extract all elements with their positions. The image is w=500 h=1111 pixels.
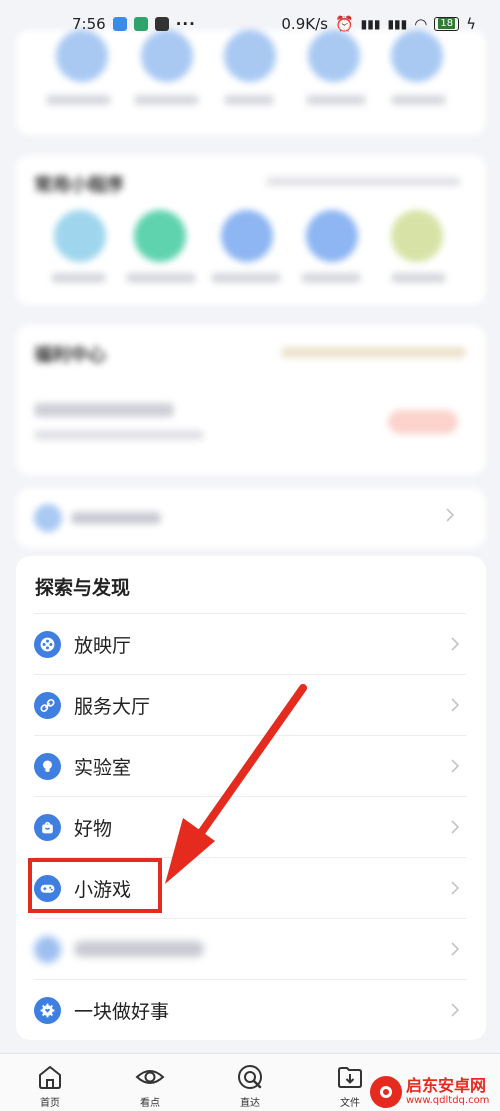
nav-watch[interactable]: 看点 bbox=[100, 1054, 200, 1111]
nav-label: 看点 bbox=[140, 1098, 160, 1109]
status-time: 7:56 bbox=[72, 15, 106, 33]
chevron-right-icon bbox=[451, 759, 460, 773]
watermark-url: www.qdltdq.com bbox=[406, 1094, 490, 1106]
nav-label: 直达 bbox=[240, 1098, 260, 1109]
chevron-right-icon bbox=[451, 1003, 460, 1017]
nav-label: 文件 bbox=[340, 1098, 360, 1109]
explore-card: 探索与发现 放映厅 服务大厅 实验室 好物 小游戏 一块做好事 bbox=[16, 556, 486, 1040]
home-icon bbox=[39, 1066, 61, 1089]
blurred-content: 常用小程序 福利中心 bbox=[0, 30, 500, 550]
shield-notification-icon bbox=[133, 17, 148, 31]
explore-item-label: 服务大厅 bbox=[74, 695, 151, 718]
watermark-logo-icon bbox=[370, 1075, 402, 1108]
explore-item-lab[interactable]: 实验室 bbox=[34, 735, 466, 796]
shopping-bag-icon bbox=[34, 813, 61, 841]
blurred-icon bbox=[34, 935, 61, 963]
wifi-icon: ◠ bbox=[414, 15, 428, 33]
folder-download-icon bbox=[338, 1067, 362, 1088]
chevron-right-icon bbox=[451, 637, 460, 651]
blurred-label bbox=[74, 941, 204, 957]
chevron-right-icon bbox=[451, 881, 460, 895]
welfare-title: 福利中心 bbox=[34, 345, 106, 366]
link-icon bbox=[34, 691, 61, 719]
battery-icon: 18 bbox=[434, 17, 460, 31]
watermark: 启东安卓网 www.qdltdq.com bbox=[370, 1072, 500, 1111]
explore-item-blurred[interactable] bbox=[34, 918, 466, 979]
nav-label: 首页 bbox=[40, 1098, 60, 1109]
film-reel-icon bbox=[34, 630, 61, 658]
explore-item-label: 好物 bbox=[74, 817, 113, 840]
signal-icon: ▮▮▮ bbox=[387, 17, 408, 31]
app-notification-icon bbox=[154, 17, 169, 31]
mini-programs-title: 常用小程序 bbox=[34, 175, 124, 196]
explore-item-label: 放映厅 bbox=[74, 634, 132, 657]
explore-item-cinema[interactable]: 放映厅 bbox=[34, 613, 466, 674]
explore-item-service-hall[interactable]: 服务大厅 bbox=[34, 674, 466, 735]
chevron-right-icon bbox=[451, 820, 460, 834]
gear-heart-icon bbox=[34, 996, 61, 1024]
nav-home[interactable]: 首页 bbox=[0, 1054, 100, 1111]
blurred-card bbox=[16, 488, 486, 548]
app-notification-icon bbox=[112, 17, 127, 31]
explore-title: 探索与发现 bbox=[35, 577, 131, 599]
chevron-right-icon bbox=[446, 508, 455, 522]
charging-icon: ϟ bbox=[466, 15, 476, 33]
watermark-name: 启东安卓网 bbox=[406, 1075, 487, 1095]
network-speed: 0.9K/s bbox=[281, 15, 328, 33]
alarm-icon: ⏰ bbox=[334, 15, 354, 33]
blurred-card: 福利中心 bbox=[16, 325, 486, 475]
chevron-right-icon bbox=[451, 698, 460, 712]
chevron-right-icon bbox=[451, 942, 460, 956]
explore-item-label: 实验室 bbox=[74, 756, 132, 779]
search-target-icon bbox=[238, 1065, 262, 1089]
signal-hd-icon: ▮▮▮ bbox=[360, 17, 381, 31]
bulb-icon bbox=[34, 752, 61, 780]
eye-icon bbox=[135, 1070, 165, 1084]
status-bar: 7:56 ··· 0.9K/s ⏰ ▮▮▮ ▮▮▮ ◠ 18 ϟ bbox=[0, 0, 500, 48]
annotation-highlight-box bbox=[28, 858, 162, 913]
nav-direct[interactable]: 直达 bbox=[200, 1054, 300, 1111]
explore-item-goods[interactable]: 好物 bbox=[34, 796, 466, 857]
blurred-card: 常用小程序 bbox=[16, 155, 486, 305]
more-notifications-icon: ··· bbox=[175, 15, 196, 33]
explore-item-label: 一块做好事 bbox=[74, 1000, 170, 1023]
explore-item-do-good[interactable]: 一块做好事 bbox=[34, 979, 466, 1040]
